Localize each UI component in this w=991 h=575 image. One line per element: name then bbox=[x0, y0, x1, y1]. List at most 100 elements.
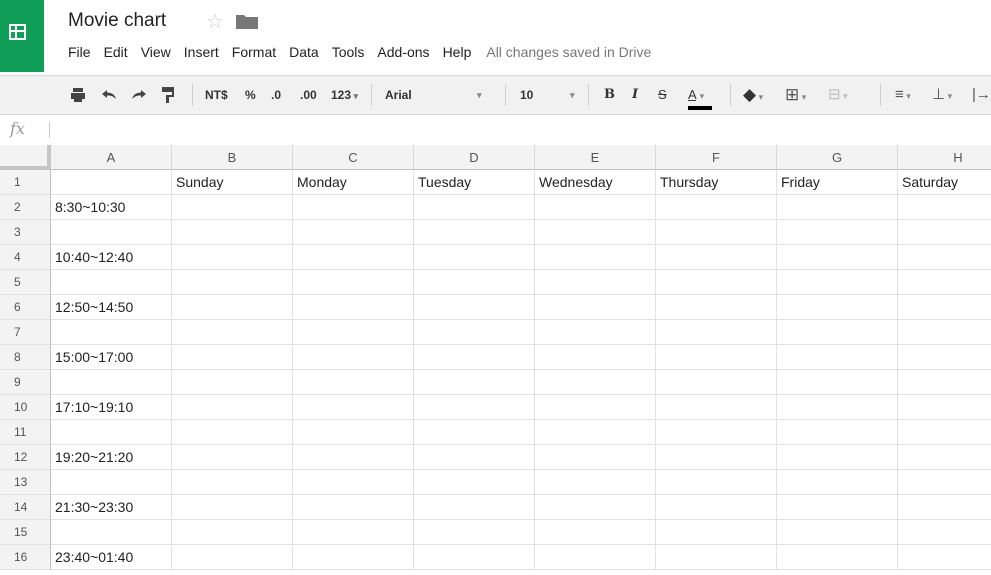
decrease-decimal-button[interactable]: .0 bbox=[271, 76, 281, 114]
cell-e8[interactable] bbox=[535, 345, 656, 370]
cell-e4[interactable] bbox=[535, 245, 656, 270]
cell-g15[interactable] bbox=[777, 520, 898, 545]
menu-format[interactable]: Format bbox=[232, 44, 276, 60]
cell-a13[interactable] bbox=[51, 470, 172, 495]
row-header[interactable]: 3 bbox=[0, 220, 51, 245]
print-icon[interactable] bbox=[70, 87, 86, 103]
fill-color-icon[interactable]: ◆ ▾ bbox=[743, 76, 763, 114]
cell-d11[interactable] bbox=[414, 420, 535, 445]
cell-f5[interactable] bbox=[656, 270, 777, 295]
cell-f6[interactable] bbox=[656, 295, 777, 320]
cell-g13[interactable] bbox=[777, 470, 898, 495]
strikethrough-button[interactable]: S bbox=[658, 76, 667, 114]
cell-c11[interactable] bbox=[293, 420, 414, 445]
cell-g3[interactable] bbox=[777, 220, 898, 245]
italic-button[interactable]: I bbox=[632, 76, 638, 114]
cell-f3[interactable] bbox=[656, 220, 777, 245]
cell-c8[interactable] bbox=[293, 345, 414, 370]
cell-f4[interactable] bbox=[656, 245, 777, 270]
cell-h9[interactable] bbox=[898, 370, 991, 395]
cell-h4[interactable] bbox=[898, 245, 991, 270]
menu-help[interactable]: Help bbox=[443, 44, 472, 60]
column-header-c[interactable]: C bbox=[293, 145, 414, 170]
menu-data[interactable]: Data bbox=[289, 44, 319, 60]
cell-d1[interactable]: Tuesday bbox=[414, 170, 535, 195]
cell-a14[interactable]: 21:30~23:30 bbox=[51, 495, 172, 520]
star-icon[interactable]: ☆ bbox=[206, 9, 224, 34]
cell-e1[interactable]: Wednesday bbox=[535, 170, 656, 195]
cell-g16[interactable] bbox=[777, 545, 898, 570]
cell-b4[interactable] bbox=[172, 245, 293, 270]
cell-e7[interactable] bbox=[535, 320, 656, 345]
format-currency-button[interactable]: NT$ bbox=[205, 76, 228, 114]
column-header-b[interactable]: B bbox=[172, 145, 293, 170]
cell-f7[interactable] bbox=[656, 320, 777, 345]
cell-a6[interactable]: 12:50~14:50 bbox=[51, 295, 172, 320]
cell-g11[interactable] bbox=[777, 420, 898, 445]
row-header[interactable]: 2 bbox=[0, 195, 51, 220]
folder-icon[interactable] bbox=[236, 13, 258, 29]
cell-g4[interactable] bbox=[777, 245, 898, 270]
font-size-select[interactable]: 10 ▾ bbox=[520, 76, 580, 114]
cell-b5[interactable] bbox=[172, 270, 293, 295]
cell-c13[interactable] bbox=[293, 470, 414, 495]
cell-a2[interactable]: 8:30~10:30 bbox=[51, 195, 172, 220]
cell-h7[interactable] bbox=[898, 320, 991, 345]
select-all-corner[interactable] bbox=[0, 145, 51, 170]
bold-button[interactable]: B bbox=[604, 76, 615, 114]
text-wrapping-icon[interactable]: |→ bbox=[972, 76, 991, 114]
cell-c2[interactable] bbox=[293, 195, 414, 220]
menu-view[interactable]: View bbox=[141, 44, 171, 60]
cell-c9[interactable] bbox=[293, 370, 414, 395]
cell-d13[interactable] bbox=[414, 470, 535, 495]
row-header[interactable]: 12 bbox=[0, 445, 51, 470]
cell-g6[interactable] bbox=[777, 295, 898, 320]
cell-c16[interactable] bbox=[293, 545, 414, 570]
cell-b14[interactable] bbox=[172, 495, 293, 520]
cell-e2[interactable] bbox=[535, 195, 656, 220]
cell-c4[interactable] bbox=[293, 245, 414, 270]
cell-e3[interactable] bbox=[535, 220, 656, 245]
cell-g5[interactable] bbox=[777, 270, 898, 295]
cell-e16[interactable] bbox=[535, 545, 656, 570]
row-header[interactable]: 6 bbox=[0, 295, 51, 320]
cell-a7[interactable] bbox=[51, 320, 172, 345]
cell-b3[interactable] bbox=[172, 220, 293, 245]
row-header[interactable]: 8 bbox=[0, 345, 51, 370]
cell-f11[interactable] bbox=[656, 420, 777, 445]
cell-g2[interactable] bbox=[777, 195, 898, 220]
menu-insert[interactable]: Insert bbox=[184, 44, 219, 60]
cell-f1[interactable]: Thursday bbox=[656, 170, 777, 195]
cell-d15[interactable] bbox=[414, 520, 535, 545]
column-header-f[interactable]: F bbox=[656, 145, 777, 170]
cell-e12[interactable] bbox=[535, 445, 656, 470]
cell-b2[interactable] bbox=[172, 195, 293, 220]
cell-g14[interactable] bbox=[777, 495, 898, 520]
vertical-align-icon[interactable]: ⊥ ▾ bbox=[932, 76, 952, 114]
cell-b13[interactable] bbox=[172, 470, 293, 495]
more-formats-button[interactable]: 123 ▾ bbox=[331, 76, 358, 114]
cell-c6[interactable] bbox=[293, 295, 414, 320]
sheets-logo[interactable] bbox=[0, 0, 44, 72]
cell-d2[interactable] bbox=[414, 195, 535, 220]
formula-input[interactable] bbox=[56, 115, 991, 145]
cell-b16[interactable] bbox=[172, 545, 293, 570]
cell-g1[interactable]: Friday bbox=[777, 170, 898, 195]
cell-b11[interactable] bbox=[172, 420, 293, 445]
row-header[interactable]: 1 bbox=[0, 170, 51, 195]
cell-g8[interactable] bbox=[777, 345, 898, 370]
cell-e11[interactable] bbox=[535, 420, 656, 445]
cell-h6[interactable] bbox=[898, 295, 991, 320]
cell-c14[interactable] bbox=[293, 495, 414, 520]
cell-a16[interactable]: 23:40~01:40 bbox=[51, 545, 172, 570]
cell-a9[interactable] bbox=[51, 370, 172, 395]
cell-f13[interactable] bbox=[656, 470, 777, 495]
menu-edit[interactable]: Edit bbox=[104, 44, 128, 60]
cell-d5[interactable] bbox=[414, 270, 535, 295]
cell-d14[interactable] bbox=[414, 495, 535, 520]
cell-e14[interactable] bbox=[535, 495, 656, 520]
cell-g7[interactable] bbox=[777, 320, 898, 345]
cell-b7[interactable] bbox=[172, 320, 293, 345]
cell-a15[interactable] bbox=[51, 520, 172, 545]
cell-h16[interactable] bbox=[898, 545, 991, 570]
